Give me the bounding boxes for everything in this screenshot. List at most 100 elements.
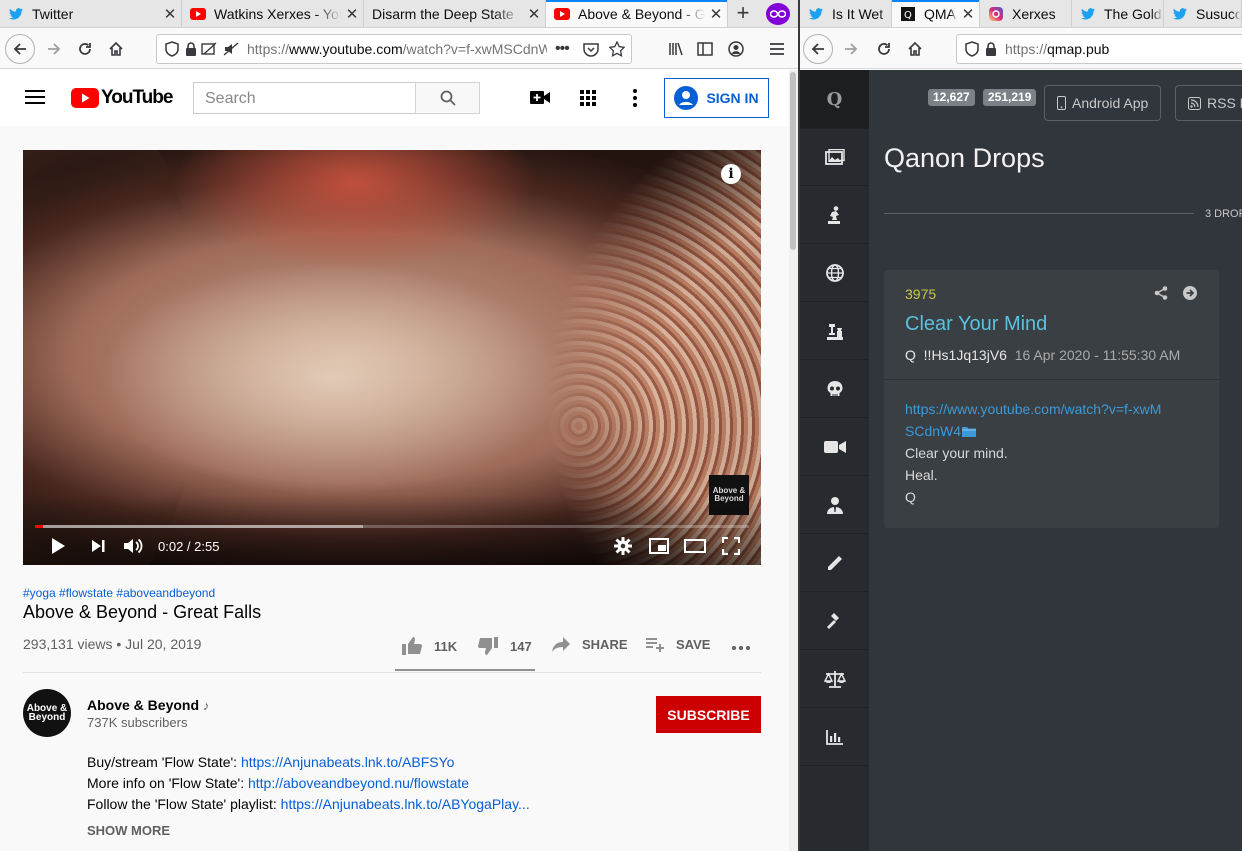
sidebar-item-bar-chart[interactable] bbox=[800, 709, 869, 766]
description-link[interactable]: http://aboveandbeyond.nu/flowstate bbox=[248, 775, 469, 791]
autoplay-blocked-icon[interactable] bbox=[223, 42, 239, 56]
sidebar-item-globe[interactable] bbox=[800, 245, 869, 302]
sign-in-button[interactable]: SIGN IN bbox=[664, 78, 769, 118]
tab-the-gold[interactable]: The Gold bbox=[1072, 0, 1164, 27]
back-button[interactable] bbox=[803, 34, 833, 64]
more-actions-icon[interactable] bbox=[732, 646, 750, 650]
new-tab-button[interactable]: + bbox=[730, 1, 756, 27]
tab-susucoin[interactable]: Susucoin bbox=[1164, 0, 1242, 27]
pocket-icon[interactable] bbox=[583, 42, 599, 57]
volume-icon[interactable] bbox=[123, 535, 145, 557]
qmap-icon: Q bbox=[900, 6, 916, 22]
miniplayer-icon[interactable] bbox=[649, 535, 669, 557]
menu-icon[interactable] bbox=[763, 35, 791, 63]
save-button[interactable]: SAVE bbox=[646, 637, 710, 652]
private-browsing-icon bbox=[766, 3, 790, 25]
scrollbar-thumb[interactable] bbox=[790, 72, 796, 250]
youtube-logo[interactable]: YouTube bbox=[71, 87, 173, 109]
tab-twitter[interactable]: Twitter ✕ bbox=[0, 0, 182, 27]
forward-button[interactable] bbox=[40, 35, 68, 63]
guide-menu-icon[interactable] bbox=[25, 90, 45, 104]
sidebar-toggle-icon[interactable] bbox=[691, 35, 719, 63]
post-title[interactable]: Clear Your Mind bbox=[905, 313, 1047, 336]
youtube-header: YouTube Search SIGN IN bbox=[0, 70, 790, 126]
page-actions-icon[interactable]: ••• bbox=[555, 40, 570, 58]
share-button[interactable]: SHARE bbox=[552, 637, 628, 652]
sidebar-item-kneeling-figure[interactable] bbox=[800, 187, 869, 244]
subscribe-button[interactable]: SUBSCRIBE bbox=[656, 696, 761, 733]
page-scrollbar[interactable] bbox=[789, 70, 798, 851]
reload-button[interactable] bbox=[71, 35, 99, 63]
description-link[interactable]: https://Anjunabeats.lnk.to/ABYogaPlay... bbox=[281, 796, 530, 812]
tracking-protection-icon[interactable] bbox=[965, 41, 979, 57]
tracking-protection-icon[interactable] bbox=[165, 41, 179, 57]
info-icon[interactable]: i bbox=[721, 164, 741, 184]
apps-grid-icon[interactable] bbox=[580, 90, 596, 106]
channel-avatar[interactable]: Above & Beyond bbox=[23, 689, 71, 737]
sidebar-item-video-camera[interactable] bbox=[800, 419, 869, 476]
android-app-label: Android App bbox=[1072, 95, 1149, 111]
reload-button[interactable] bbox=[870, 35, 898, 63]
sidebar-item-user-tie[interactable] bbox=[800, 477, 869, 534]
channel-name[interactable]: Above & Beyond ♪ bbox=[87, 697, 209, 713]
tab-above-beyond[interactable]: Above & Beyond - Great Falls ✕ bbox=[546, 0, 728, 27]
fullscreen-icon[interactable] bbox=[722, 535, 740, 557]
subscriber-count: 737K subscribers bbox=[87, 715, 188, 730]
close-tab-icon[interactable]: ✕ bbox=[957, 5, 979, 23]
close-tab-icon[interactable]: ✕ bbox=[705, 5, 727, 23]
lock-icon bbox=[185, 42, 197, 56]
sidebar-item-pencil[interactable] bbox=[800, 535, 869, 592]
tab-title: Is It Wet bbox=[832, 6, 884, 22]
url-text: https://qmap.pub bbox=[1005, 41, 1110, 57]
library-icon[interactable] bbox=[662, 35, 690, 63]
share-icon[interactable] bbox=[1154, 286, 1168, 300]
tab-is-it-wet[interactable]: Is It Wet bbox=[800, 0, 892, 27]
home-button[interactable] bbox=[901, 35, 929, 63]
twitter-icon bbox=[8, 6, 24, 22]
sidebar-item-gavel[interactable] bbox=[800, 593, 869, 650]
description-link[interactable]: https://Anjunabeats.lnk.to/ABFSYo bbox=[241, 754, 455, 770]
progress-bar[interactable] bbox=[35, 525, 749, 528]
create-video-icon[interactable] bbox=[530, 90, 550, 105]
back-button[interactable] bbox=[5, 34, 35, 64]
folder-icon[interactable] bbox=[962, 426, 977, 437]
youtube-wordmark: YouTube bbox=[101, 87, 173, 108]
sidebar-item-chess[interactable] bbox=[800, 303, 869, 360]
skull-icon bbox=[826, 380, 844, 398]
url-bar[interactable]: https://www.youtube.com/watch?v=f-xwMSCd… bbox=[156, 34, 632, 64]
permissions-icon[interactable] bbox=[201, 42, 219, 56]
forward-button[interactable] bbox=[837, 35, 865, 63]
url-bar[interactable]: https://qmap.pub bbox=[956, 34, 1242, 64]
tab-xerxes[interactable]: Xerxes bbox=[980, 0, 1072, 27]
tab-watkins[interactable]: Watkins Xerxes - YouTube ✕ bbox=[182, 0, 364, 27]
tab-disarm[interactable]: Disarm the Deep State ✕ bbox=[364, 0, 546, 27]
android-app-button[interactable]: Android App bbox=[1044, 85, 1162, 121]
play-button[interactable] bbox=[50, 535, 66, 557]
close-tab-icon[interactable]: ✕ bbox=[523, 5, 545, 23]
qmap-logo[interactable]: Q bbox=[800, 70, 869, 129]
sidebar-item-balance-scale[interactable] bbox=[800, 651, 869, 708]
rss-feed-button[interactable]: RSS Feed bbox=[1175, 85, 1242, 121]
hashtags[interactable]: #yoga #flowstate #aboveandbeyond bbox=[23, 586, 215, 600]
video-player[interactable]: i Above & Beyond 0:02 / 2:55 bbox=[23, 150, 761, 565]
theater-mode-icon[interactable] bbox=[684, 535, 706, 557]
bookmark-star-icon[interactable] bbox=[609, 41, 625, 57]
settings-gear-icon[interactable] bbox=[614, 535, 632, 557]
open-post-icon[interactable] bbox=[1183, 286, 1197, 300]
home-button[interactable] bbox=[102, 35, 130, 63]
close-tab-icon[interactable]: ✕ bbox=[159, 5, 181, 23]
dislike-button[interactable]: 147 bbox=[478, 637, 532, 655]
sidebar-item-skull[interactable] bbox=[800, 361, 869, 418]
show-more-button[interactable]: SHOW MORE bbox=[87, 823, 170, 838]
post-link[interactable]: https://www.youtube.com/watch?v=f-xwMSCd… bbox=[905, 401, 1161, 439]
search-input[interactable]: Search bbox=[193, 82, 416, 114]
close-tab-icon[interactable]: ✕ bbox=[341, 5, 363, 23]
next-button[interactable] bbox=[91, 535, 105, 557]
post-number[interactable]: 3975 bbox=[905, 286, 936, 302]
search-button[interactable] bbox=[415, 82, 480, 114]
tab-qmap[interactable]: Q QMAP ✕ bbox=[892, 0, 980, 27]
account-icon[interactable] bbox=[722, 35, 750, 63]
sidebar-item-gallery[interactable] bbox=[800, 129, 869, 186]
like-button[interactable]: 11K bbox=[402, 637, 457, 655]
settings-dots-icon[interactable] bbox=[633, 89, 637, 107]
